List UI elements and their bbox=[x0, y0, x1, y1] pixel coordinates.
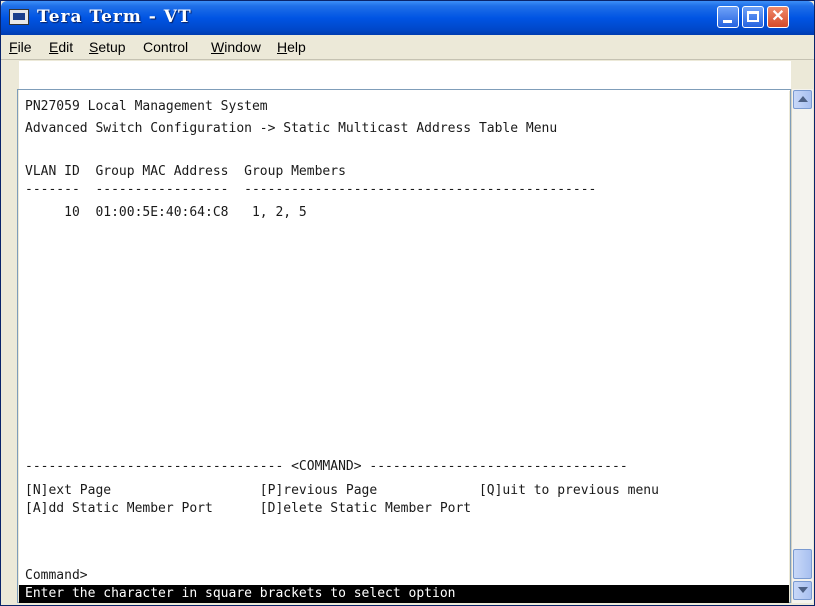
status-hint: Enter the character in square brackets t… bbox=[25, 586, 456, 601]
tera-term-window: Tera Term - VT ✕ File Edit Setup Control… bbox=[0, 0, 815, 606]
menu-control[interactable]: Control bbox=[143, 39, 188, 55]
menu-window-mnemonic: W bbox=[211, 39, 225, 55]
commands-line-1: [N]ext Page [P]revious Page [Q]uit to pr… bbox=[25, 483, 659, 498]
maximize-button[interactable] bbox=[742, 6, 764, 28]
menu-help-mnemonic: H bbox=[277, 39, 288, 55]
menu-bar: File Edit Setup Control Window Help bbox=[1, 35, 814, 60]
command-prompt[interactable]: Command> bbox=[25, 568, 88, 584]
close-button[interactable]: ✕ bbox=[767, 6, 789, 28]
menu-help[interactable]: Help bbox=[277, 39, 306, 55]
scroll-down-arrow-icon[interactable] bbox=[793, 581, 812, 600]
maximize-icon bbox=[747, 11, 759, 22]
menu-help-label: elp bbox=[287, 39, 306, 55]
close-icon: ✕ bbox=[771, 8, 785, 25]
command-rule: --------------------------------- <COMMA… bbox=[25, 459, 628, 474]
scroll-up-arrow-icon[interactable] bbox=[793, 90, 812, 109]
menu-window[interactable]: Window bbox=[211, 39, 261, 55]
scroll-thumb[interactable] bbox=[793, 549, 812, 579]
menu-file-mnemonic: F bbox=[9, 39, 18, 55]
commands-line-2: [A]dd Static Member Port [D]elete Static… bbox=[25, 501, 472, 516]
menu-window-label: indow bbox=[224, 39, 261, 55]
menu-setup-label: etup bbox=[98, 39, 126, 55]
menu-edit-mnemonic: E bbox=[49, 39, 59, 55]
title-bar[interactable]: Tera Term - VT ✕ bbox=[1, 1, 814, 35]
menu-control-label: ontrol bbox=[153, 39, 189, 55]
menu-file[interactable]: File bbox=[9, 39, 32, 55]
menu-edit[interactable]: Edit bbox=[49, 39, 73, 55]
menu-file-label: ile bbox=[17, 39, 32, 55]
menu-control-first: C bbox=[143, 39, 154, 55]
menu-setup-mnemonic: S bbox=[89, 39, 99, 55]
table-header: VLAN ID Group MAC Address Group Members bbox=[25, 164, 346, 179]
terminal-top-area bbox=[19, 61, 791, 91]
menu-breadcrumb: Advanced Switch Configuration -> Static … bbox=[25, 121, 558, 136]
table-row: 10 01:00:5E:40:64:C8 1, 2, 5 bbox=[25, 205, 307, 220]
menu-edit-label: dit bbox=[58, 39, 74, 55]
minimize-icon bbox=[723, 20, 732, 23]
table-rule: ------- ----------------- --------------… bbox=[25, 182, 597, 197]
vertical-scrollbar[interactable] bbox=[791, 89, 813, 603]
terminal-app-icon[interactable] bbox=[9, 9, 29, 25]
menu-setup[interactable]: Setup bbox=[89, 39, 126, 55]
minimize-button[interactable] bbox=[717, 6, 739, 28]
system-name: PN27059 Local Management System bbox=[25, 99, 268, 114]
window-title: Tera Term - VT bbox=[37, 7, 192, 27]
